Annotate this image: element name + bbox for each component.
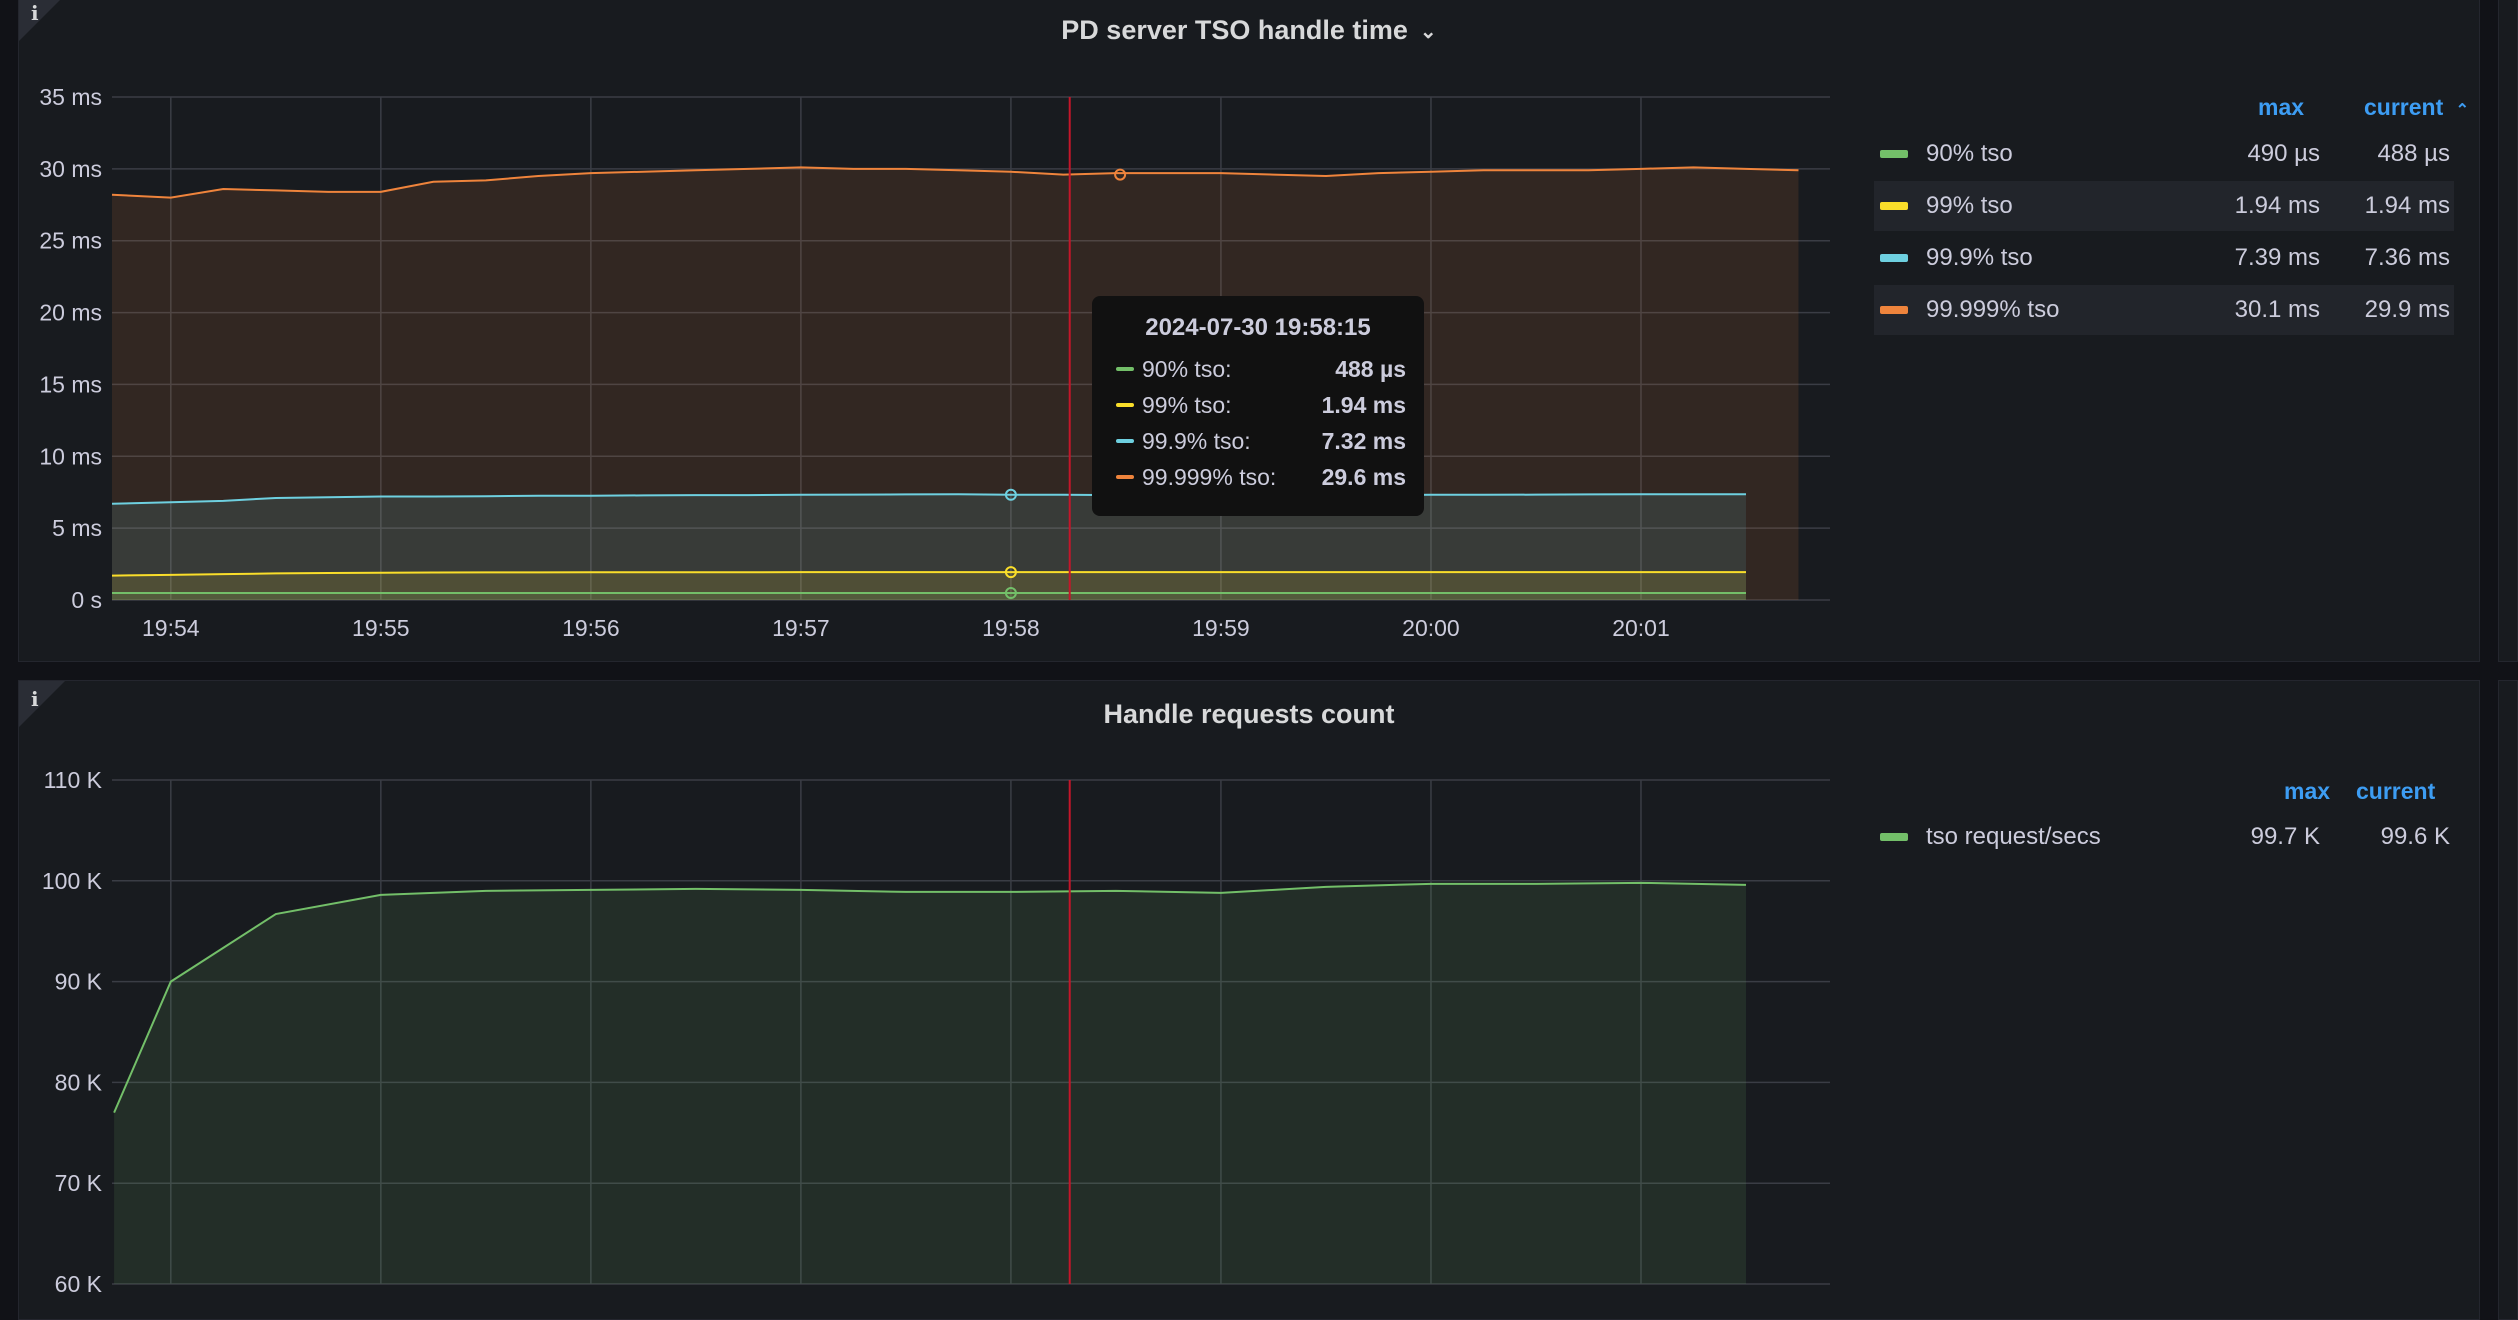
tooltip-series-marker: [1116, 475, 1134, 479]
legend-series-name[interactable]: 99% tso: [1926, 192, 2013, 220]
tooltip-series-marker: [1116, 439, 1134, 443]
tooltip-row: 99.999% tso: 29.6 ms: [1116, 460, 1406, 496]
x-tick-label: 19:54: [142, 615, 200, 641]
tooltip-series-value: 1.94 ms: [1322, 392, 1406, 419]
legend-row[interactable]: 99.9% tso 7.39 ms 7.36 ms: [1874, 233, 2454, 283]
legend-current-value: 29.9 ms: [2365, 296, 2450, 324]
legend-current-value: 1.94 ms: [2365, 192, 2450, 220]
tooltip-row: 99% tso: 1.94 ms: [1116, 388, 1406, 424]
legend-current-value: 99.6 K: [2381, 823, 2450, 851]
legend-series-name[interactable]: 99.9% tso: [1926, 244, 2033, 272]
legend-max-value: 7.39 ms: [2235, 244, 2320, 272]
legend-row[interactable]: 99.999% tso 30.1 ms 29.9 ms: [1874, 285, 2454, 335]
y-tick-label: 80 K: [55, 1069, 103, 1095]
legend-series-name[interactable]: 90% tso: [1926, 140, 2013, 168]
x-tick-label: 19:57: [772, 615, 830, 641]
sort-chevron-up-icon[interactable]: ⌃: [2456, 100, 2469, 120]
tooltip-series-label: 90% tso:: [1142, 356, 1232, 383]
x-tick-label: 19:56: [562, 615, 620, 641]
y-tick-label: 110 K: [44, 767, 103, 793]
y-tick-label: 0 s: [71, 587, 102, 613]
legend-header-max[interactable]: max: [2258, 94, 2304, 121]
series-color-swatch[interactable]: [1880, 202, 1908, 210]
neighbor-panel-edge: [2498, 680, 2518, 1320]
tooltip-series-marker: [1116, 403, 1134, 407]
legend-current-value: 488 µs: [2377, 140, 2450, 168]
y-tick-label: 70 K: [55, 1170, 103, 1196]
x-tick-label: 19:58: [982, 615, 1040, 641]
legend-header-current[interactable]: current ⌃: [2364, 94, 2469, 121]
y-tick-label: 5 ms: [52, 515, 102, 541]
y-tick-label: 90 K: [55, 969, 103, 995]
series-color-swatch[interactable]: [1880, 833, 1908, 841]
legend-series-name[interactable]: tso request/secs: [1926, 823, 2101, 851]
y-tick-label: 60 K: [55, 1271, 103, 1297]
legend-max-value: 99.7 K: [2251, 823, 2320, 851]
handle-requests-chart[interactable]: 110 K 100 K 90 K 80 K 70 K 60 K: [0, 680, 1860, 1304]
y-tick-label: 20 ms: [39, 300, 102, 326]
y-tick-label: 30 ms: [39, 156, 102, 182]
legend-current-value: 7.36 ms: [2365, 244, 2450, 272]
series-color-swatch[interactable]: [1880, 306, 1908, 314]
y-tick-label: 15 ms: [39, 371, 102, 397]
series-area: [114, 883, 1746, 1284]
legend-series-name[interactable]: 99.999% tso: [1926, 296, 2059, 324]
tooltip-series-value: 488 µs: [1335, 356, 1406, 383]
y-tick-label: 35 ms: [39, 84, 102, 110]
tooltip-series-label: 99.999% tso:: [1142, 464, 1276, 491]
series-color-swatch[interactable]: [1880, 254, 1908, 262]
tooltip-series-marker: [1116, 367, 1134, 371]
hover-tooltip: 2024-07-30 19:58:15 90% tso: 488 µs 99% ts…: [1092, 296, 1424, 516]
legend-max-value: 30.1 ms: [2235, 296, 2320, 324]
x-tick-label: 19:59: [1192, 615, 1250, 641]
tooltip-row: 90% tso: 488 µs: [1116, 352, 1406, 388]
legend-header-current[interactable]: current: [2356, 778, 2435, 805]
tooltip-series-label: 99.9% tso:: [1142, 428, 1251, 455]
y-tick-label: 10 ms: [39, 443, 102, 469]
x-tick-label: 19:55: [352, 615, 410, 641]
legend-max-value: 1.94 ms: [2235, 192, 2320, 220]
legend-header-current-label[interactable]: current: [2364, 94, 2443, 120]
tooltip-series-value: 29.6 ms: [1322, 464, 1406, 491]
tooltip-time: 2024-07-30 19:58:15: [1092, 314, 1424, 342]
series-color-swatch[interactable]: [1880, 150, 1908, 158]
legend-row[interactable]: tso request/secs 99.7 K 99.6 K: [1874, 812, 2454, 862]
y-tick-label: 100 K: [42, 868, 103, 894]
tooltip-series-value: 7.32 ms: [1322, 428, 1406, 455]
legend-row[interactable]: 99% tso 1.94 ms 1.94 ms: [1874, 181, 2454, 231]
tooltip-row: 99.9% tso: 7.32 ms: [1116, 424, 1406, 460]
series-area: [112, 593, 1746, 600]
legend-row[interactable]: 90% tso 490 µs 488 µs: [1874, 129, 2454, 179]
legend-max-value: 490 µs: [2247, 140, 2320, 168]
tooltip-series-label: 99% tso:: [1142, 392, 1232, 419]
neighbor-panel-edge: [2498, 0, 2518, 662]
y-tick-label: 25 ms: [39, 228, 102, 254]
tso-handle-time-chart[interactable]: 35 ms 30 ms 25 ms 20 ms 15 ms 10 ms 5 ms 0 s 19:…: [0, 0, 1860, 660]
x-tick-label: 20:01: [1612, 615, 1670, 641]
legend-header-max[interactable]: max: [2284, 778, 2330, 805]
x-tick-label: 20:00: [1402, 615, 1460, 641]
